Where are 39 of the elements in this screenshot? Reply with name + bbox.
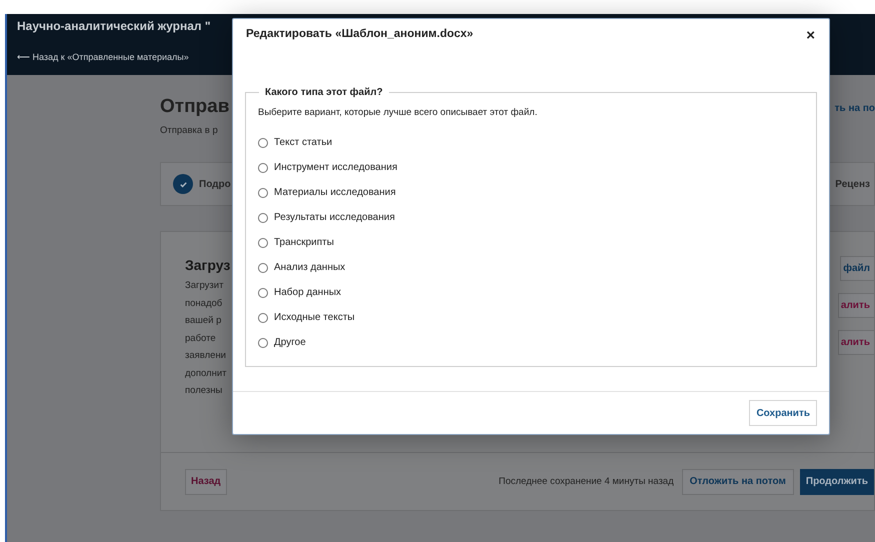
fieldset-description: Выберите вариант, которые лучше всего описывает этот файл. — [258, 106, 538, 120]
option-label[interactable]: Результаты исследования — [274, 210, 395, 226]
description-line: понадоб — [185, 296, 224, 311]
last-saved-text: Последнее сохранение 4 минуты назад — [498, 474, 674, 489]
option-label[interactable]: Набор данных — [274, 285, 342, 300]
journal-title: Научно-аналитический журнал " — [17, 18, 211, 35]
option-label[interactable]: Текст статьи — [274, 135, 332, 150]
radio-button[interactable] — [258, 188, 268, 198]
radio-button[interactable] — [258, 288, 268, 298]
radio-button[interactable] — [258, 212, 268, 223]
description-line: вашей р — [185, 314, 222, 328]
section-title: Загруз — [185, 256, 230, 274]
fieldset-legend: Какого типа этот файл? — [259, 85, 389, 100]
description-line: дополнит — [185, 366, 228, 381]
close-button[interactable]: × — [806, 28, 815, 42]
description-line: заявлени — [185, 349, 227, 364]
radio-button[interactable] — [258, 262, 268, 273]
description-line: Загрузит — [185, 279, 224, 294]
radio-button[interactable] — [258, 338, 268, 348]
page-heading: Отправ — [160, 96, 230, 118]
continue-button[interactable]: Продолжить — [800, 468, 874, 495]
option-label[interactable]: Инструмент исследования — [274, 160, 398, 176]
option-label[interactable]: Анализ данных — [274, 260, 346, 276]
radio-button[interactable] — [258, 162, 268, 173]
back-button[interactable]: Назад — [185, 468, 227, 495]
option-label[interactable]: Исходные тексты — [274, 310, 355, 326]
description-line: полезны — [185, 384, 224, 398]
save-button[interactable]: Сохранить — [749, 400, 817, 426]
back-link[interactable]: ⟵ Назад к «Отправленные материалы» — [17, 51, 189, 64]
radio-button[interactable] — [258, 312, 268, 323]
option-label[interactable]: Другое — [274, 335, 306, 350]
option-label[interactable]: Материалы исследования — [274, 185, 396, 200]
radio-button[interactable] — [258, 138, 268, 148]
description-line: работе — [185, 332, 217, 346]
radio-button[interactable] — [258, 238, 268, 248]
dialog-title: Редактировать «Шаблон_аноним.docx» — [246, 27, 474, 42]
page-subtitle: Отправка в р — [160, 124, 219, 138]
step-label[interactable]: Реценз — [835, 176, 870, 192]
option-label[interactable]: Транскрипты — [274, 235, 334, 250]
